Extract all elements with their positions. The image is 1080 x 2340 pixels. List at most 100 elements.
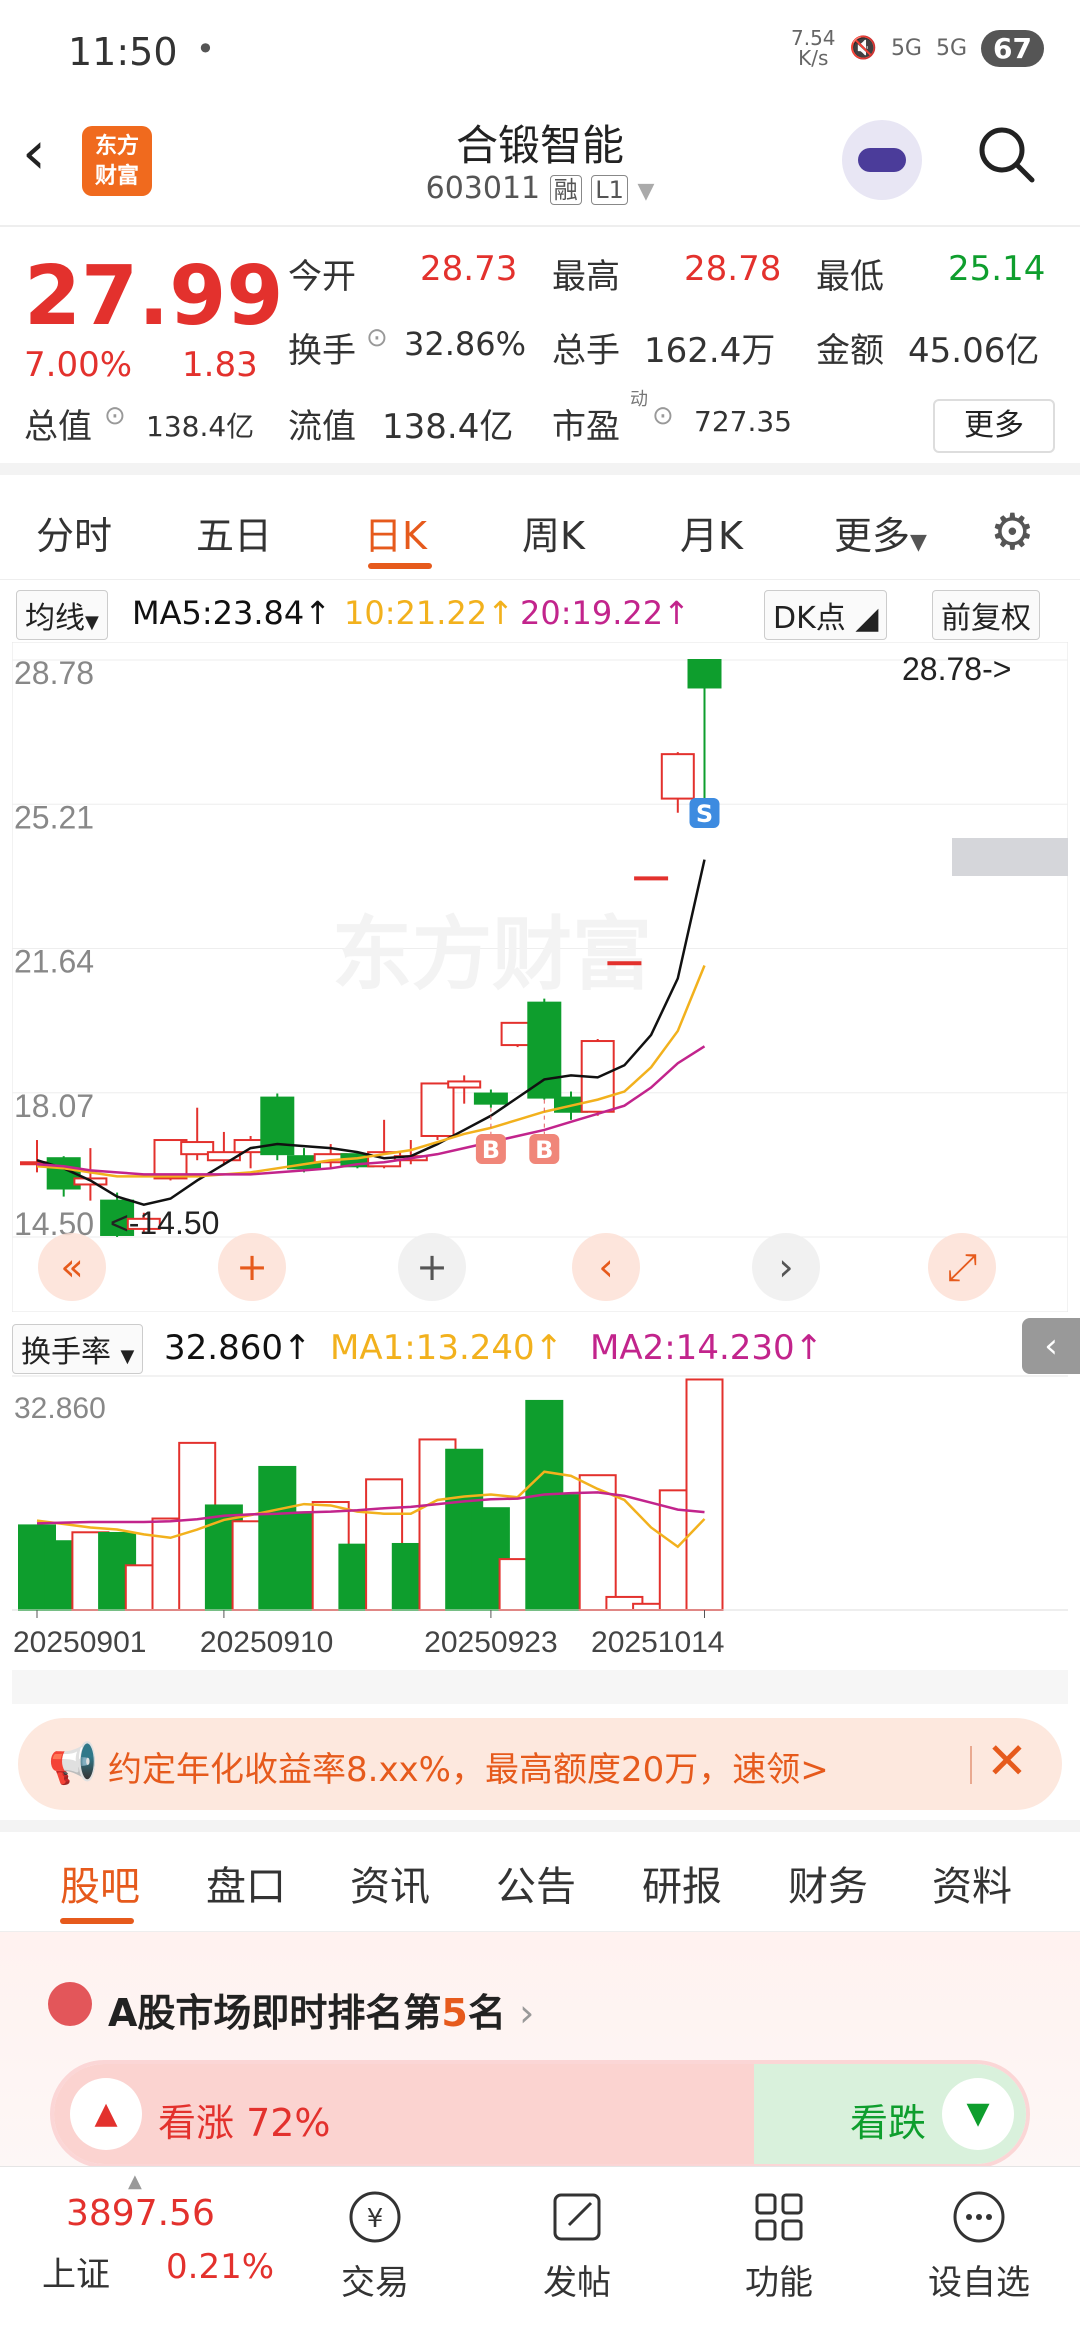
rank-link[interactable]: A股市场即时排名第5名 › [108, 1982, 534, 2037]
bottom-bar: ▲ 3897.56 上证 0.21% ¥ 交易 发帖 功能 设自选 [0, 2166, 1080, 2340]
amount-value: 45.06亿 [908, 331, 1040, 371]
info-icon-2[interactable]: ⊙ [104, 401, 126, 431]
scroll-right-icon-glyph: › [778, 1245, 793, 1289]
bullish-button[interactable]: ▲ [70, 2078, 142, 2150]
turnover-ma1: MA1:13.240↑ [330, 1328, 564, 1368]
margin-tag: 融 [549, 175, 582, 205]
megaphone-icon: 📢 [48, 1741, 98, 1787]
ma20-value: 20:19.22↑ [520, 594, 690, 632]
tab-monthly-k[interactable]: 月K [680, 505, 743, 560]
buy-marker-label: B [482, 1136, 500, 1164]
candle [634, 876, 669, 881]
promo-banner[interactable]: 📢 约定年化收益率8.xx%，最高额度20万，速领> ✕ [18, 1718, 1062, 1810]
bearish-button[interactable]: ▼ [942, 2078, 1014, 2150]
tab-orderbook[interactable]: 盘口 [206, 1854, 286, 1912]
zoom-in-icon[interactable]: + [398, 1233, 466, 1301]
quote-panel: 27.99 7.00% 1.83 今开 28.73 最高 28.78 最低 25… [0, 225, 1080, 475]
double-left-icon-glyph: « [60, 1245, 83, 1289]
tab-daily-k[interactable]: 日K [364, 505, 427, 560]
nav-functions[interactable]: 功能 [714, 2187, 844, 2304]
collapse-arrow-icon[interactable]: ‹ [1022, 1318, 1080, 1374]
scroll-left-icon[interactable]: ‹ [572, 1233, 640, 1301]
index-percent[interactable]: 0.21% [166, 2247, 274, 2287]
triangle-down-icon: ▼ [910, 530, 927, 555]
close-icon[interactable]: ✕ [986, 1732, 1028, 1790]
volume-label: 总手 [552, 331, 620, 371]
info-icon[interactable]: ⊙ [366, 323, 388, 353]
tab-forum[interactable]: 股吧 [60, 1854, 140, 1912]
more-button[interactable]: 更多 [933, 399, 1055, 453]
chevron-down-icon[interactable]: ▼ [637, 179, 654, 204]
tab-announcements[interactable]: 公告 [496, 1854, 576, 1912]
gear-icon[interactable]: ⚙ [990, 503, 1035, 561]
section-divider [0, 1820, 1080, 1832]
rank-section: A股市场即时排名第5名 › ▲ 看涨 72% 看跌 ▼ [0, 1932, 1080, 2172]
ai-robot-icon[interactable] [842, 120, 922, 200]
turnover-legend-row: 换手率 ▼ 32.860↑ MA1:13.240↑ MA2:14.230↑ ‹ [0, 1318, 1080, 1374]
stock-code: 603011 [425, 171, 541, 206]
nav-trade[interactable]: ¥ 交易 [310, 2187, 440, 2304]
turnover-bar [685, 1378, 724, 1612]
indicator-selector[interactable]: 均线▼ [16, 590, 108, 640]
trade-icon: ¥ [349, 2191, 401, 2243]
level-tag[interactable]: L1 [591, 175, 628, 205]
adjust-button[interactable]: 前复权 [932, 590, 1040, 640]
network-speed: 7.54 K/s [791, 26, 836, 70]
promo-text[interactable]: 约定年化收益率8.xx%，最高额度20万，速领> [108, 1742, 829, 1791]
info-icon-3[interactable]: ⊙ [652, 401, 674, 431]
signal-5g-icon: 5G [890, 35, 922, 61]
status-bar: 11:50 • 7.54 K/s 🔇 5G 5G 67 [0, 0, 1080, 100]
sell-marker-label: S [696, 800, 713, 828]
x-tick-label: 20250923 [424, 1626, 557, 1659]
index-value[interactable]: 3897.56 [66, 2193, 215, 2234]
fullscreen-icon[interactable]: ⤢ [928, 1233, 996, 1301]
candlestick-chart[interactable]: 28.7825.2121.6418.0714.50东方财富28.78-><-14… [12, 642, 1068, 1312]
float-value: 138.4亿 [382, 407, 514, 447]
candle [420, 1082, 455, 1137]
zoom-in-icon-glyph: + [416, 1245, 448, 1289]
scroll-right-icon[interactable]: › [752, 1233, 820, 1301]
index-name[interactable]: 上证 [42, 2247, 110, 2296]
double-left-icon[interactable]: « [38, 1233, 106, 1301]
notification-dot: • [196, 30, 215, 68]
zoom-out-icon-glyph: + [236, 1245, 268, 1289]
zoom-out-icon[interactable]: + [218, 1233, 286, 1301]
mktcap-value: 138.4亿 [146, 410, 255, 443]
clock: 11:50 [68, 30, 178, 74]
turnover-label: 换手 [288, 331, 356, 371]
grid-icon [755, 2193, 803, 2241]
open-value: 28.73 [420, 249, 518, 289]
chevron-right-icon: › [519, 1991, 535, 2035]
turnover-selector[interactable]: 换手率 ▼ [12, 1324, 144, 1374]
tab-financials[interactable]: 财务 [788, 1854, 868, 1912]
dk-point-button[interactable]: DK点 ◢ [764, 590, 888, 640]
change-percent: 7.00% [24, 345, 133, 385]
nav-add-watchlist[interactable]: 设自选 [914, 2187, 1044, 2304]
tab-five-day[interactable]: 五日 [196, 505, 272, 560]
tab-weekly-k[interactable]: 周K [522, 505, 585, 560]
x-tick-label: 20251014 [591, 1626, 724, 1659]
ma5-value: MA5:23.84↑ [132, 594, 332, 632]
candle [527, 1001, 562, 1099]
turnover-chart[interactable]: 32.860 20250901 20250910 20250923 20251014 [12, 1374, 1068, 1704]
candle [607, 961, 642, 966]
tab-intraday[interactable]: 分时 [36, 505, 112, 560]
nav-post[interactable]: 发帖 [512, 2187, 642, 2304]
active-subtab-indicator [60, 1918, 134, 1924]
period-tabs: 分时 五日 日K 周K 月K 更多▼ ⚙ [0, 475, 1080, 580]
signal-5g-icon-2: 5G [935, 35, 968, 61]
turnover-value: 32.86% [404, 325, 527, 363]
tab-research[interactable]: 研报 [642, 1854, 722, 1912]
y-tick-label: 21.64 [14, 944, 94, 980]
tab-profile[interactable]: 资料 [932, 1854, 1012, 1912]
tab-news[interactable]: 资讯 [350, 1854, 430, 1912]
sentiment-vote: ▲ 看涨 72% 看跌 ▼ [50, 2060, 1030, 2168]
candle [687, 659, 722, 689]
search-icon[interactable] [976, 124, 1036, 184]
low-label: 最低 [816, 257, 884, 297]
change-amount: 1.83 [182, 345, 258, 385]
turnover-ma2: MA2:14.230↑ [590, 1328, 824, 1368]
low-marker-label: <-14.50 [110, 1205, 219, 1241]
tab-more[interactable]: 更多▼ [834, 505, 927, 560]
scroll-track [12, 1670, 1068, 1704]
